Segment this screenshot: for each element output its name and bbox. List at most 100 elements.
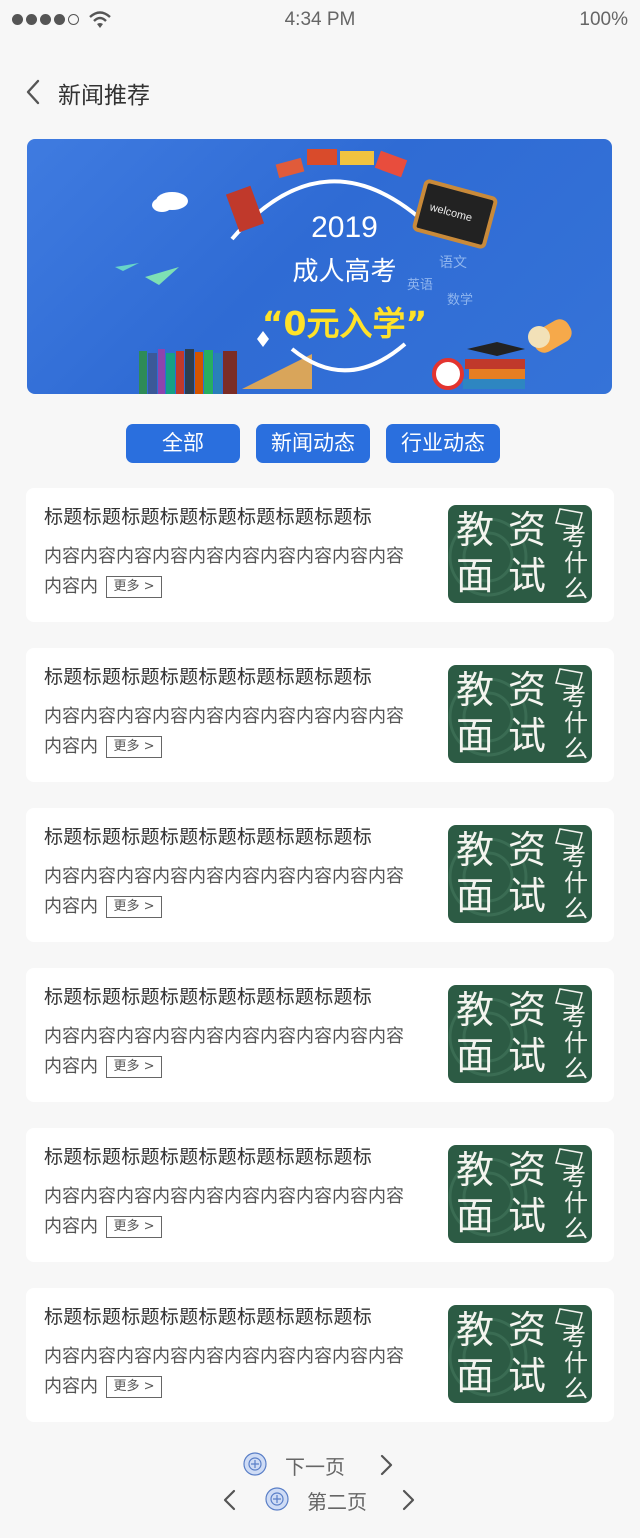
news-content: 内容内容内容内容内容内容内容内容内容内容内容内 bbox=[44, 706, 404, 757]
news-content: 内容内容内容内容内容内容内容内容内容内容内容内 bbox=[44, 546, 404, 597]
thumb-char: 资 bbox=[508, 988, 547, 1032]
news-summary: 内容内容内容内容内容内容内容内容内容内容内容内 更多 > bbox=[44, 1022, 414, 1082]
thumb-char: 资 bbox=[508, 508, 547, 552]
pager-page-row: 第二页 bbox=[0, 1485, 640, 1515]
banner-year: 2019 bbox=[311, 211, 378, 244]
thumb-char: 考 bbox=[562, 523, 586, 551]
thumb-char: 资 bbox=[508, 828, 547, 872]
thumb-char: 什 bbox=[564, 709, 588, 737]
thumb-char: 教 bbox=[456, 988, 495, 1032]
more-button[interactable]: 更多 > bbox=[106, 896, 162, 918]
chevron-right-icon[interactable] bbox=[378, 1453, 394, 1477]
news-thumbnail: 教资面试考什么 bbox=[448, 505, 592, 603]
page-title: 新闻推荐 bbox=[58, 83, 150, 109]
news-content: 内容内容内容内容内容内容内容内容内容内容内容内 bbox=[44, 866, 404, 917]
thumb-char: 教 bbox=[456, 1308, 495, 1352]
thumb-char: 教 bbox=[456, 828, 495, 872]
seal-icon bbox=[265, 1487, 289, 1511]
tab-industry[interactable]: 行业动态 bbox=[386, 424, 500, 463]
category-tabs: 全部 新闻动态 行业动态 bbox=[0, 424, 640, 464]
news-card[interactable]: 标题标题标题标题标题标题标题标题标内容内容内容内容内容内容内容内容内容内容内容内… bbox=[26, 488, 614, 622]
banner-headline: 成人高考 bbox=[292, 257, 397, 287]
news-thumbnail: 教资面试考什么 bbox=[448, 985, 592, 1083]
news-card[interactable]: 标题标题标题标题标题标题标题标题标内容内容内容内容内容内容内容内容内容内容内容内… bbox=[26, 1288, 614, 1422]
news-content: 内容内容内容内容内容内容内容内容内容内容内容内 bbox=[44, 1186, 404, 1237]
news-thumbnail: 教资面试考什么 bbox=[448, 1305, 592, 1403]
thumb-char: 试 bbox=[508, 1354, 547, 1398]
seal-icon bbox=[243, 1452, 267, 1476]
thumb-char: 教 bbox=[456, 508, 495, 552]
thumb-char: 什 bbox=[564, 1349, 588, 1377]
more-button[interactable]: 更多 > bbox=[106, 576, 162, 598]
news-thumbnail: 教资面试考什么 bbox=[448, 665, 592, 763]
news-summary: 内容内容内容内容内容内容内容内容内容内容内容内 更多 > bbox=[44, 862, 414, 922]
thumb-char: 资 bbox=[508, 1148, 547, 1192]
thumb-char: 试 bbox=[508, 874, 547, 918]
more-button[interactable]: 更多 > bbox=[106, 1056, 162, 1078]
thumb-char: 什 bbox=[564, 549, 588, 577]
news-thumbnail: 教资面试考什么 bbox=[448, 825, 592, 923]
news-content: 内容内容内容内容内容内容内容内容内容内容内容内 bbox=[44, 1026, 404, 1077]
thumb-char: 教 bbox=[456, 1148, 495, 1192]
thumb-char: 面 bbox=[456, 1194, 495, 1238]
thumb-char: 面 bbox=[456, 554, 495, 598]
status-time: 4:34 PM bbox=[284, 9, 356, 30]
pager-next-row[interactable]: 下一页 bbox=[0, 1450, 640, 1480]
news-summary: 内容内容内容内容内容内容内容内容内容内容内容内 更多 > bbox=[44, 542, 414, 602]
thumb-char: 面 bbox=[456, 1354, 495, 1398]
thumb-char: 么 bbox=[564, 1055, 588, 1083]
thumb-char: 资 bbox=[508, 1308, 547, 1352]
thumb-char: 试 bbox=[508, 1034, 547, 1078]
thumb-char: 教 bbox=[456, 668, 495, 712]
thumb-char: 么 bbox=[564, 1215, 588, 1243]
news-card[interactable]: 标题标题标题标题标题标题标题标题标内容内容内容内容内容内容内容内容内容内容内容内… bbox=[26, 1128, 614, 1262]
thumb-char: 资 bbox=[508, 668, 547, 712]
tab-all[interactable]: 全部 bbox=[126, 424, 240, 463]
news-thumbnail: 教资面试考什么 bbox=[448, 1145, 592, 1243]
banner-slogan: “0元入学” bbox=[261, 304, 428, 343]
more-button[interactable]: 更多 > bbox=[106, 736, 162, 758]
news-card[interactable]: 标题标题标题标题标题标题标题标题标内容内容内容内容内容内容内容内容内容内容内容内… bbox=[26, 808, 614, 942]
thumb-char: 么 bbox=[564, 575, 588, 603]
news-title[interactable]: 标题标题标题标题标题标题标题标题标 bbox=[44, 1142, 424, 1169]
promo-banner[interactable]: welcome 语文 英语 数学 2019 成人高考 “0元入学” bbox=[27, 139, 612, 394]
news-title[interactable]: 标题标题标题标题标题标题标题标题标 bbox=[44, 1302, 424, 1329]
news-content: 内容内容内容内容内容内容内容内容内容内容内容内 bbox=[44, 1346, 404, 1397]
thumb-char: 考 bbox=[562, 683, 586, 711]
chevron-left-icon[interactable] bbox=[222, 1488, 238, 1512]
thumb-char: 什 bbox=[564, 1029, 588, 1057]
thumb-char: 面 bbox=[456, 874, 495, 918]
thumb-char: 么 bbox=[564, 735, 588, 763]
battery-level: 100% bbox=[579, 9, 628, 30]
news-title[interactable]: 标题标题标题标题标题标题标题标题标 bbox=[44, 822, 424, 849]
page-header: 新闻推荐 bbox=[0, 62, 640, 122]
thumb-char: 么 bbox=[564, 895, 588, 923]
thumb-char: 考 bbox=[562, 843, 586, 871]
tab-news[interactable]: 新闻动态 bbox=[256, 424, 370, 463]
chevron-right-icon[interactable] bbox=[400, 1488, 416, 1512]
chevron-left-icon[interactable] bbox=[22, 77, 44, 107]
news-title[interactable]: 标题标题标题标题标题标题标题标题标 bbox=[44, 982, 424, 1009]
news-card[interactable]: 标题标题标题标题标题标题标题标题标内容内容内容内容内容内容内容内容内容内容内容内… bbox=[26, 648, 614, 782]
thumb-char: 考 bbox=[562, 1163, 586, 1191]
status-bar: 4:34 PM 100% bbox=[0, 0, 640, 42]
thumb-char: 什 bbox=[564, 1189, 588, 1217]
more-button[interactable]: 更多 > bbox=[106, 1376, 162, 1398]
thumb-char: 面 bbox=[456, 1034, 495, 1078]
thumb-char: 面 bbox=[456, 714, 495, 758]
thumb-char: 试 bbox=[508, 554, 547, 598]
news-summary: 内容内容内容内容内容内容内容内容内容内容内容内 更多 > bbox=[44, 702, 414, 762]
current-page-label: 第二页 bbox=[307, 1490, 367, 1514]
news-card[interactable]: 标题标题标题标题标题标题标题标题标内容内容内容内容内容内容内容内容内容内容内容内… bbox=[26, 968, 614, 1102]
thumb-char: 考 bbox=[562, 1003, 586, 1031]
thumb-char: 考 bbox=[562, 1323, 586, 1351]
news-title[interactable]: 标题标题标题标题标题标题标题标题标 bbox=[44, 502, 424, 529]
thumb-char: 试 bbox=[508, 1194, 547, 1238]
news-title[interactable]: 标题标题标题标题标题标题标题标题标 bbox=[44, 662, 424, 689]
thumb-char: 什 bbox=[564, 869, 588, 897]
more-button[interactable]: 更多 > bbox=[106, 1216, 162, 1238]
thumb-char: 么 bbox=[564, 1375, 588, 1403]
next-page-label[interactable]: 下一页 bbox=[285, 1451, 345, 1480]
news-summary: 内容内容内容内容内容内容内容内容内容内容内容内 更多 > bbox=[44, 1182, 414, 1242]
news-summary: 内容内容内容内容内容内容内容内容内容内容内容内 更多 > bbox=[44, 1342, 414, 1402]
